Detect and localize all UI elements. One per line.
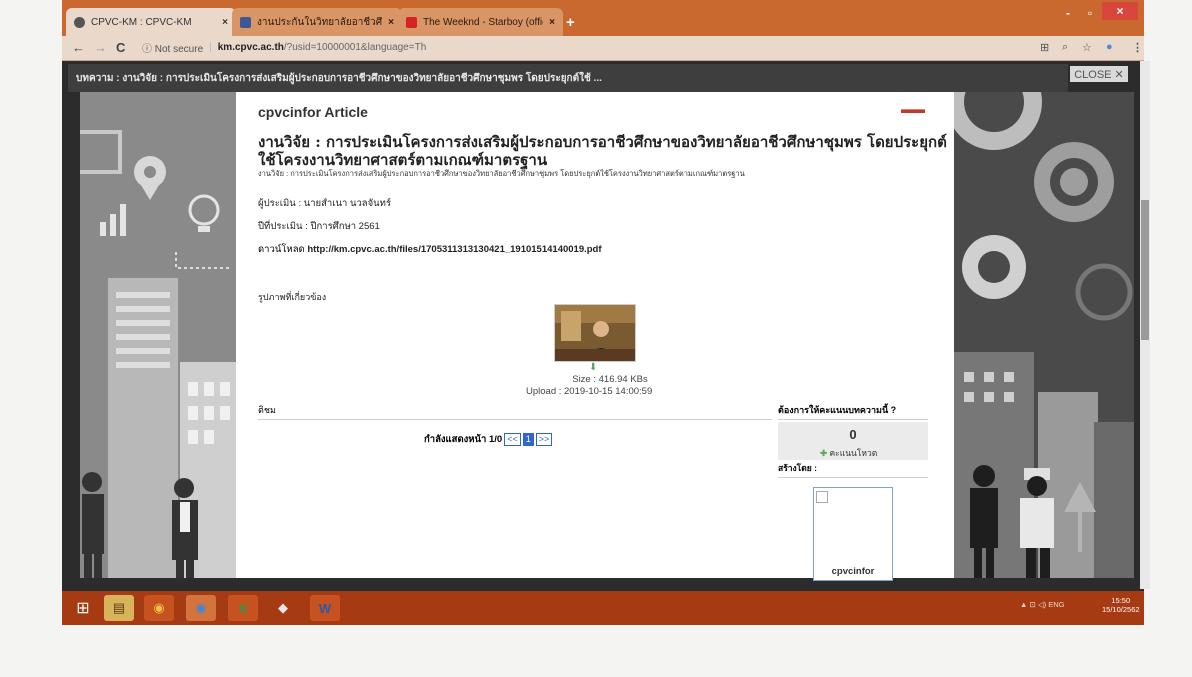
right-decorative-illustration: [954, 92, 1134, 578]
file-explorer-icon[interactable]: ▤: [104, 595, 134, 621]
translate-icon[interactable]: ⊞: [1040, 41, 1049, 54]
reload-icon[interactable]: C: [116, 40, 125, 55]
pager-page-button[interactable]: 1: [522, 433, 534, 446]
related-image-thumbnail[interactable]: [554, 304, 636, 362]
tab-close-icon[interactable]: ×: [388, 17, 394, 28]
url-path: /?usid=10000001&language=Th: [283, 42, 427, 53]
file-size: Size : 416.94 KBs: [572, 374, 648, 385]
close-window-button[interactable]: ×: [1102, 2, 1138, 20]
tab-youtube[interactable]: The Weeknd - Starboy (official) ×: [398, 8, 563, 36]
profile-icon[interactable]: ●: [1106, 41, 1113, 53]
language-flag-icon[interactable]: ▬▬: [901, 102, 925, 116]
facebook-favicon-icon: [240, 16, 251, 28]
download-row: ดาวน์โหลด http://km.cpvc.ac.th/files/170…: [258, 242, 602, 257]
chrome-menu-icon[interactable]: ⋮: [1132, 41, 1143, 54]
site-title: cpvcinfor Article: [258, 104, 368, 120]
maximize-button[interactable]: ▫: [1080, 6, 1100, 20]
pager-next-button[interactable]: >>: [535, 433, 553, 446]
popup-title: บทความ : งานวิจัย : การประเมินโครงการส่ง…: [68, 64, 1068, 92]
taskbar: [62, 591, 1144, 625]
address-bar-row: ← → C ⓘ Not secure | km.cpvc.ac.th /?usi…: [62, 36, 1144, 61]
vote-button[interactable]: ✚ คะแนนโหวต: [820, 446, 877, 460]
url-domain: km.cpvc.ac.th: [217, 42, 284, 53]
tab-label: The Weeknd - Starboy (official): [423, 16, 543, 28]
vote-count: 0: [849, 427, 857, 442]
minimize-button[interactable]: -: [1058, 6, 1078, 20]
chrome-active-icon[interactable]: ◉: [186, 595, 216, 621]
vote-question: ต้องการให้คะแนนบทความนี้ ?: [778, 403, 928, 420]
bookmark-star-icon[interactable]: ☆: [1082, 41, 1092, 54]
youtube-favicon-icon: [406, 16, 417, 28]
popup-close-button[interactable]: CLOSE ✕: [1070, 66, 1128, 82]
url-field[interactable]: ⓘ Not secure | km.cpvc.ac.th /?usid=1000…: [142, 39, 982, 56]
article-heading: งานวิจัย : การประเมินโครงการส่งเสริมผู้ป…: [258, 133, 947, 169]
created-by-label: สร้างโดย :: [778, 461, 928, 478]
tab-facebook[interactable]: งานประกันในวิทยาลัยอาชีวศึก ×: [232, 8, 402, 36]
tab-close-icon[interactable]: ×: [222, 17, 228, 28]
clock-time: 15:50: [1111, 596, 1131, 605]
tab-label: CPVC-KM : CPVC-KM: [91, 16, 192, 28]
start-button[interactable]: ⊞: [68, 595, 98, 621]
back-arrow-icon[interactable]: ←: [72, 40, 85, 55]
download-label: ดาวน์โหลด: [258, 244, 305, 255]
clock-date: 15/10/2562: [1102, 605, 1140, 614]
article-subheading: งานวิจัย : การประเมินโครงการส่งเสริมผู้ป…: [258, 169, 745, 178]
new-tab-button[interactable]: +: [566, 14, 575, 31]
zoom-icon[interactable]: ⌕: [1062, 41, 1068, 54]
pager-prev-button[interactable]: <<: [504, 433, 521, 446]
forward-arrow-icon[interactable]: →: [94, 40, 107, 55]
evaluation-year: ปีที่ประเมิน : ปีการศึกษา 2561: [258, 221, 380, 232]
download-link[interactable]: http://km.cpvc.ac.th/files/1705311313130…: [307, 244, 601, 255]
pager: กำลังแสดงหน้า 1/0 << 1 >>: [424, 432, 553, 447]
broken-image-icon: [816, 491, 828, 503]
upload-date: Upload : 2019-10-15 14:00:59: [526, 386, 653, 397]
tab-cpvc-km[interactable]: CPVC-KM : CPVC-KM ×: [66, 8, 236, 36]
clock[interactable]: 15:50 15/10/2562: [1102, 596, 1140, 614]
plus-icon: ✚: [820, 448, 828, 458]
graduation-hat-icon[interactable]: ◆: [268, 595, 298, 621]
download-arrow-icon[interactable]: ⬇: [589, 362, 597, 373]
tab-close-icon[interactable]: ×: [549, 17, 555, 28]
excel-icon[interactable]: X: [228, 595, 258, 621]
word-icon[interactable]: W: [310, 595, 340, 621]
author-name[interactable]: cpvcinfor: [813, 566, 893, 577]
scrollbar-thumb[interactable]: [1141, 200, 1149, 340]
system-tray[interactable]: ▲ ⊡ ◁) ENG: [1020, 600, 1064, 609]
chrome-favicon-icon: [74, 16, 85, 28]
pager-text: กำลังแสดงหน้า 1/0: [424, 434, 503, 445]
evaluator: ผู้ประเมิน : นายสำเนา นวลจันทร์: [258, 198, 392, 209]
left-decorative-illustration: [80, 92, 236, 578]
vote-button-label: คะแนนโหวต: [829, 448, 878, 458]
chrome-icon[interactable]: ◉: [144, 595, 174, 621]
tab-label: งานประกันในวิทยาลัยอาชีวศึก: [257, 16, 383, 28]
not-secure-label[interactable]: ⓘ Not secure: [142, 40, 203, 55]
comments-header: ติชม: [258, 403, 772, 420]
gallery-label: รูปภาพที่เกี่ยวข้อง: [258, 292, 327, 302]
